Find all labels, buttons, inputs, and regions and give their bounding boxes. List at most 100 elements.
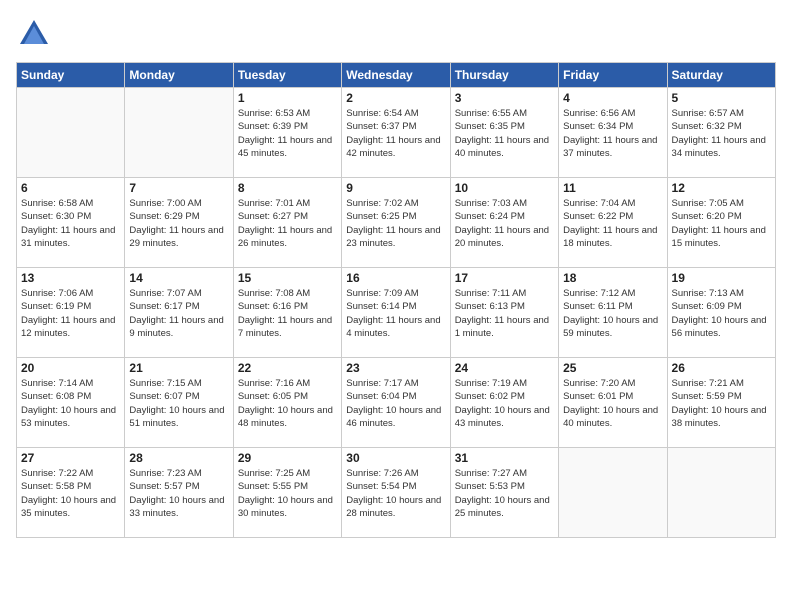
day-number: 6 <box>21 181 120 195</box>
day-info: Sunrise: 7:13 AM Sunset: 6:09 PM Dayligh… <box>672 287 771 340</box>
day-number: 12 <box>672 181 771 195</box>
day-number: 9 <box>346 181 445 195</box>
day-number: 30 <box>346 451 445 465</box>
calendar-day-cell: 5Sunrise: 6:57 AM Sunset: 6:32 PM Daylig… <box>667 88 775 178</box>
calendar-day-cell: 9 Sunrise: 7:02 AM Sunset: 6:25 PM Daylig… <box>342 178 450 268</box>
calendar-day-cell: 17 Sunrise: 7:11 AM Sunset: 6:13 PM Dayli… <box>450 268 558 358</box>
day-number: 21 <box>129 361 228 375</box>
day-info: Sunrise: 7:20 AM Sunset: 6:01 PM Dayligh… <box>563 377 662 430</box>
calendar-day-cell: 25 Sunrise: 7:20 AM Sunset: 6:01 PM Dayli… <box>559 358 667 448</box>
calendar-day-cell: 30 Sunrise: 7:26 AM Sunset: 5:54 PM Dayli… <box>342 448 450 538</box>
calendar-week-row: 6 Sunrise: 6:58 AM Sunset: 6:30 PM Daylig… <box>17 178 776 268</box>
day-number: 4 <box>563 91 662 105</box>
day-number: 16 <box>346 271 445 285</box>
col-header-monday: Monday <box>125 63 233 88</box>
day-info: Sunrise: 7:14 AM Sunset: 6:08 PM Dayligh… <box>21 377 120 430</box>
day-number: 15 <box>238 271 337 285</box>
day-info: Sunrise: 7:04 AM Sunset: 6:22 PM Dayligh… <box>563 197 662 250</box>
calendar-day-cell: 26Sunrise: 7:21 AM Sunset: 5:59 PM Dayli… <box>667 358 775 448</box>
col-header-saturday: Saturday <box>667 63 775 88</box>
day-number: 20 <box>21 361 120 375</box>
calendar-day-cell: 20 Sunrise: 7:14 AM Sunset: 6:08 PM Dayli… <box>17 358 125 448</box>
day-info: Sunrise: 7:01 AM Sunset: 6:27 PM Dayligh… <box>238 197 337 250</box>
day-info: Sunrise: 7:05 AM Sunset: 6:20 PM Dayligh… <box>672 197 771 250</box>
calendar-day-cell: 28 Sunrise: 7:23 AM Sunset: 5:57 PM Dayli… <box>125 448 233 538</box>
day-info: Sunrise: 6:53 AM Sunset: 6:39 PM Dayligh… <box>238 107 337 160</box>
day-info: Sunrise: 7:09 AM Sunset: 6:14 PM Dayligh… <box>346 287 445 340</box>
calendar-day-cell: 22 Sunrise: 7:16 AM Sunset: 6:05 PM Dayli… <box>233 358 341 448</box>
day-info: Sunrise: 7:19 AM Sunset: 6:02 PM Dayligh… <box>455 377 554 430</box>
day-number: 31 <box>455 451 554 465</box>
day-number: 7 <box>129 181 228 195</box>
calendar-day-cell: 8 Sunrise: 7:01 AM Sunset: 6:27 PM Daylig… <box>233 178 341 268</box>
calendar-day-cell: 31 Sunrise: 7:27 AM Sunset: 5:53 PM Dayli… <box>450 448 558 538</box>
day-info: Sunrise: 7:07 AM Sunset: 6:17 PM Dayligh… <box>129 287 228 340</box>
day-number: 26 <box>672 361 771 375</box>
day-number: 13 <box>21 271 120 285</box>
day-info: Sunrise: 7:12 AM Sunset: 6:11 PM Dayligh… <box>563 287 662 340</box>
col-header-sunday: Sunday <box>17 63 125 88</box>
calendar-day-cell: 15 Sunrise: 7:08 AM Sunset: 6:16 PM Dayli… <box>233 268 341 358</box>
calendar-day-cell: 23 Sunrise: 7:17 AM Sunset: 6:04 PM Dayli… <box>342 358 450 448</box>
day-info: Sunrise: 7:02 AM Sunset: 6:25 PM Dayligh… <box>346 197 445 250</box>
calendar-day-cell <box>559 448 667 538</box>
calendar-day-cell: 4 Sunrise: 6:56 AM Sunset: 6:34 PM Daylig… <box>559 88 667 178</box>
col-header-wednesday: Wednesday <box>342 63 450 88</box>
calendar-day-cell: 10 Sunrise: 7:03 AM Sunset: 6:24 PM Dayli… <box>450 178 558 268</box>
day-number: 17 <box>455 271 554 285</box>
calendar-week-row: 20 Sunrise: 7:14 AM Sunset: 6:08 PM Dayli… <box>17 358 776 448</box>
col-header-thursday: Thursday <box>450 63 558 88</box>
day-info: Sunrise: 7:15 AM Sunset: 6:07 PM Dayligh… <box>129 377 228 430</box>
calendar-header-row: SundayMondayTuesdayWednesdayThursdayFrid… <box>17 63 776 88</box>
calendar-day-cell: 19 Sunrise: 7:13 AM Sunset: 6:09 PM Dayli… <box>667 268 775 358</box>
calendar-day-cell <box>125 88 233 178</box>
calendar-week-row: 27Sunrise: 7:22 AM Sunset: 5:58 PM Dayli… <box>17 448 776 538</box>
calendar-day-cell: 14Sunrise: 7:07 AM Sunset: 6:17 PM Dayli… <box>125 268 233 358</box>
day-info: Sunrise: 7:16 AM Sunset: 6:05 PM Dayligh… <box>238 377 337 430</box>
calendar-day-cell <box>667 448 775 538</box>
calendar-day-cell <box>17 88 125 178</box>
col-header-friday: Friday <box>559 63 667 88</box>
day-number: 19 <box>672 271 771 285</box>
calendar-day-cell: 1 Sunrise: 6:53 AM Sunset: 6:39 PM Daylig… <box>233 88 341 178</box>
calendar-day-cell: 12 Sunrise: 7:05 AM Sunset: 6:20 PM Dayli… <box>667 178 775 268</box>
day-number: 11 <box>563 181 662 195</box>
day-info: Sunrise: 7:11 AM Sunset: 6:13 PM Dayligh… <box>455 287 554 340</box>
calendar-day-cell: 3Sunrise: 6:55 AM Sunset: 6:35 PM Daylig… <box>450 88 558 178</box>
calendar-week-row: 13Sunrise: 7:06 AM Sunset: 6:19 PM Dayli… <box>17 268 776 358</box>
day-number: 3 <box>455 91 554 105</box>
calendar-day-cell: 2 Sunrise: 6:54 AM Sunset: 6:37 PM Daylig… <box>342 88 450 178</box>
day-number: 18 <box>563 271 662 285</box>
day-info: Sunrise: 7:23 AM Sunset: 5:57 PM Dayligh… <box>129 467 228 520</box>
day-info: Sunrise: 7:22 AM Sunset: 5:58 PM Dayligh… <box>21 467 120 520</box>
page-header <box>16 16 776 52</box>
day-number: 28 <box>129 451 228 465</box>
day-number: 10 <box>455 181 554 195</box>
day-info: Sunrise: 7:27 AM Sunset: 5:53 PM Dayligh… <box>455 467 554 520</box>
day-info: Sunrise: 7:03 AM Sunset: 6:24 PM Dayligh… <box>455 197 554 250</box>
day-number: 8 <box>238 181 337 195</box>
day-info: Sunrise: 7:08 AM Sunset: 6:16 PM Dayligh… <box>238 287 337 340</box>
day-number: 23 <box>346 361 445 375</box>
day-number: 25 <box>563 361 662 375</box>
col-header-tuesday: Tuesday <box>233 63 341 88</box>
day-info: Sunrise: 6:58 AM Sunset: 6:30 PM Dayligh… <box>21 197 120 250</box>
logo <box>16 16 56 52</box>
day-info: Sunrise: 7:26 AM Sunset: 5:54 PM Dayligh… <box>346 467 445 520</box>
calendar-day-cell: 21 Sunrise: 7:15 AM Sunset: 6:07 PM Dayli… <box>125 358 233 448</box>
day-info: Sunrise: 6:56 AM Sunset: 6:34 PM Dayligh… <box>563 107 662 160</box>
calendar-day-cell: 11 Sunrise: 7:04 AM Sunset: 6:22 PM Dayli… <box>559 178 667 268</box>
day-info: Sunrise: 7:17 AM Sunset: 6:04 PM Dayligh… <box>346 377 445 430</box>
day-number: 2 <box>346 91 445 105</box>
calendar-day-cell: 13Sunrise: 7:06 AM Sunset: 6:19 PM Dayli… <box>17 268 125 358</box>
calendar-day-cell: 24Sunrise: 7:19 AM Sunset: 6:02 PM Dayli… <box>450 358 558 448</box>
day-number: 1 <box>238 91 337 105</box>
day-info: Sunrise: 6:54 AM Sunset: 6:37 PM Dayligh… <box>346 107 445 160</box>
logo-icon <box>16 16 52 52</box>
day-number: 22 <box>238 361 337 375</box>
day-info: Sunrise: 7:00 AM Sunset: 6:29 PM Dayligh… <box>129 197 228 250</box>
calendar-day-cell: 6 Sunrise: 6:58 AM Sunset: 6:30 PM Daylig… <box>17 178 125 268</box>
calendar-week-row: 1 Sunrise: 6:53 AM Sunset: 6:39 PM Daylig… <box>17 88 776 178</box>
calendar-day-cell: 7 Sunrise: 7:00 AM Sunset: 6:29 PM Daylig… <box>125 178 233 268</box>
calendar-day-cell: 29Sunrise: 7:25 AM Sunset: 5:55 PM Dayli… <box>233 448 341 538</box>
